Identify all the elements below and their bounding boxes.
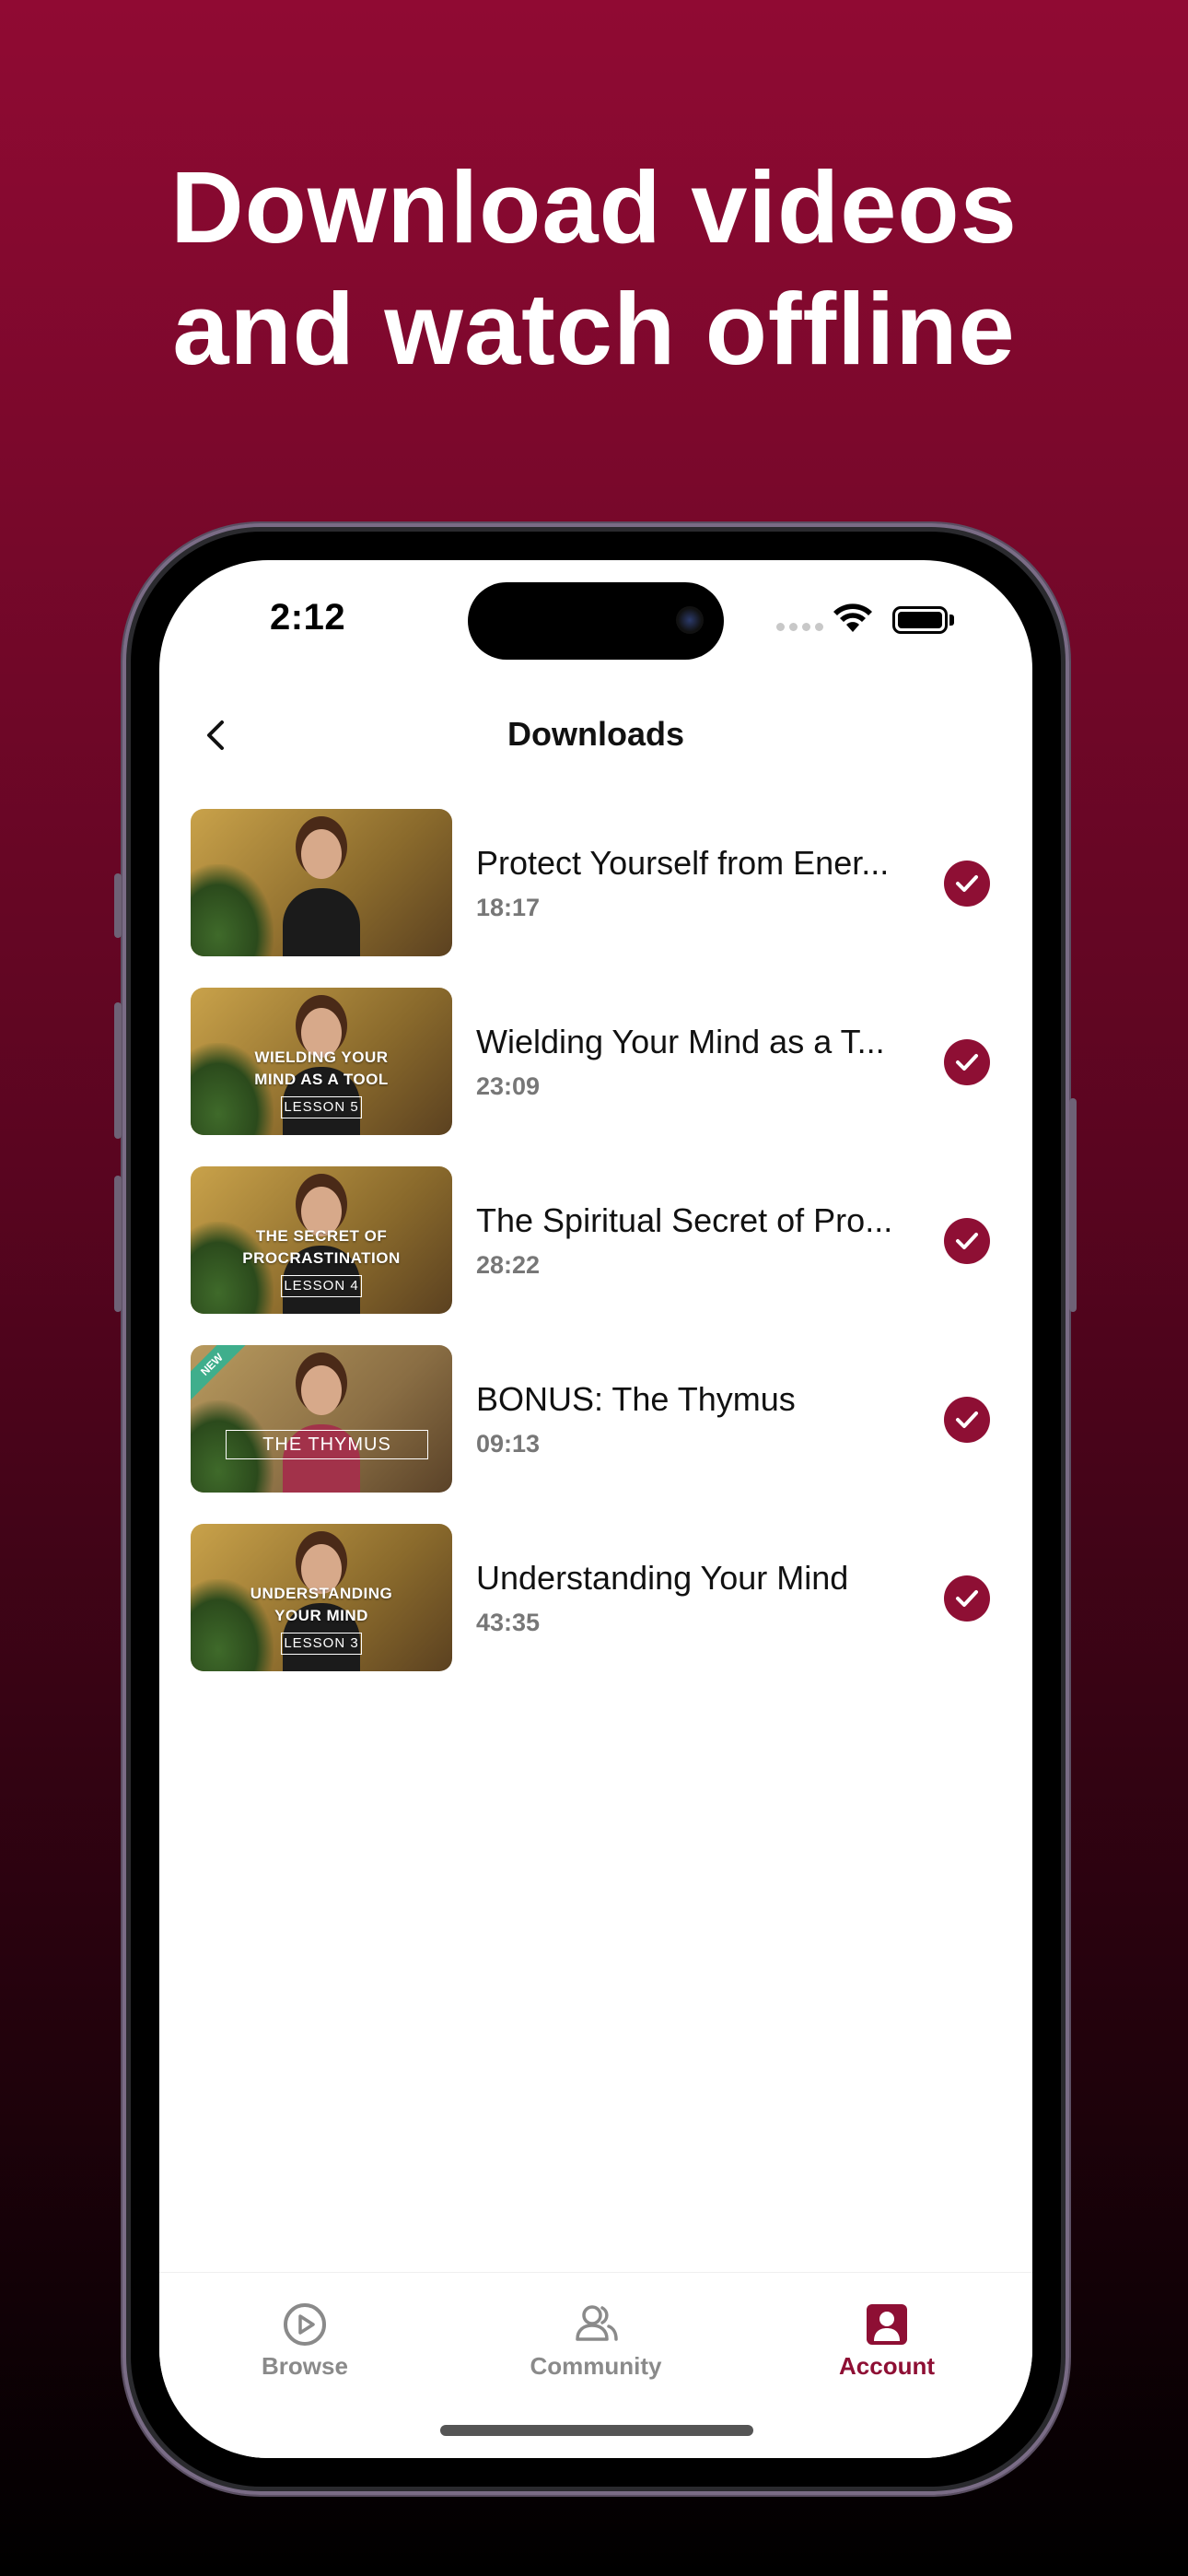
video-duration: 09:13 bbox=[476, 1430, 541, 1458]
cellular-signal-icon bbox=[776, 623, 823, 631]
download-item[interactable]: THE SECRET OF PROCRASTINATION LESSON 4 T… bbox=[191, 1166, 1001, 1345]
thumbnail-lesson-label: LESSON 5 bbox=[281, 1096, 362, 1118]
video-title: Wielding Your Mind as a T... bbox=[476, 1023, 885, 1060]
thumbnail-lesson-label: LESSON 4 bbox=[281, 1275, 362, 1297]
video-title: Understanding Your Mind bbox=[476, 1559, 849, 1597]
downloads-list: Protect Yourself from Ener... 18:17 WIEL… bbox=[191, 809, 1001, 1703]
video-duration: 23:09 bbox=[476, 1072, 541, 1100]
video-title: BONUS: The Thymus bbox=[476, 1380, 796, 1418]
battery-tip bbox=[949, 615, 954, 626]
video-thumbnail[interactable]: UNDERSTANDING YOUR MIND LESSON 3 bbox=[191, 1524, 452, 1671]
download-item[interactable]: Protect Yourself from Ener... 18:17 bbox=[191, 809, 1001, 988]
home-indicator[interactable] bbox=[440, 2425, 753, 2436]
promo-headline: Download videos and watch offline bbox=[0, 147, 1188, 391]
dynamic-island bbox=[468, 582, 724, 660]
thumbnail-caption: WIELDING YOUR MIND AS A TOOL bbox=[254, 1048, 389, 1088]
tab-label: Browse bbox=[262, 2352, 348, 2380]
tab-account[interactable]: Account bbox=[741, 2301, 1032, 2381]
downloaded-check-icon[interactable] bbox=[944, 1575, 990, 1622]
tab-community[interactable]: Community bbox=[450, 2301, 741, 2381]
play-circle-icon bbox=[284, 2303, 326, 2346]
volume-up-button bbox=[114, 1002, 122, 1139]
tab-label: Community bbox=[530, 2352, 662, 2380]
video-thumbnail[interactable] bbox=[191, 809, 452, 956]
tab-browse[interactable]: Browse bbox=[159, 2301, 450, 2381]
page-title: Downloads bbox=[507, 715, 684, 753]
video-duration: 28:22 bbox=[476, 1251, 541, 1279]
wifi-icon bbox=[833, 603, 872, 632]
downloaded-check-icon[interactable] bbox=[944, 1039, 990, 1085]
video-duration: 43:35 bbox=[476, 1609, 541, 1636]
thumbnail-plant bbox=[191, 864, 274, 956]
battery-icon bbox=[892, 606, 948, 634]
downloaded-check-icon[interactable] bbox=[944, 861, 990, 907]
thumbnail-presenter bbox=[283, 822, 360, 956]
video-thumbnail[interactable]: WIELDING YOUR MIND AS A TOOL LESSON 5 bbox=[191, 988, 452, 1135]
download-item[interactable]: WIELDING YOUR MIND AS A TOOL LESSON 5 Wi… bbox=[191, 988, 1001, 1166]
video-title: The Spiritual Secret of Pro... bbox=[476, 1201, 893, 1239]
video-thumbnail[interactable]: THE SECRET OF PROCRASTINATION LESSON 4 bbox=[191, 1166, 452, 1314]
people-icon bbox=[576, 2305, 618, 2341]
promo-line-2: and watch offline bbox=[172, 273, 1016, 386]
tab-label: Account bbox=[839, 2352, 935, 2380]
thumbnail-presenter bbox=[283, 1358, 360, 1493]
downloaded-check-icon[interactable] bbox=[944, 1397, 990, 1443]
thumbnail-caption: THE THYMUS bbox=[226, 1430, 428, 1459]
download-item[interactable]: UNDERSTANDING YOUR MIND LESSON 3 Underst… bbox=[191, 1524, 1001, 1703]
downloaded-check-icon[interactable] bbox=[944, 1218, 990, 1264]
video-thumbnail[interactable]: THE THYMUS NEW bbox=[191, 1345, 452, 1493]
thumbnail-lesson-label: LESSON 3 bbox=[281, 1633, 362, 1655]
thumbnail-caption: UNDERSTANDING YOUR MIND bbox=[250, 1585, 393, 1624]
video-duration: 18:17 bbox=[476, 894, 541, 921]
account-icon bbox=[867, 2304, 907, 2345]
phone-screen: 2:12 Downloads Protect Yourself from Ene… bbox=[159, 560, 1032, 2458]
silent-switch bbox=[114, 873, 122, 938]
promo-line-1: Download videos bbox=[170, 151, 1018, 264]
thumbnail-caption: THE SECRET OF PROCRASTINATION bbox=[242, 1227, 401, 1267]
video-title: Protect Yourself from Ener... bbox=[476, 844, 890, 882]
download-item[interactable]: THE THYMUS NEW BONUS: The Thymus 09:13 bbox=[191, 1345, 1001, 1524]
front-camera-icon bbox=[676, 606, 704, 634]
status-time: 2:12 bbox=[270, 597, 346, 638]
power-button bbox=[1069, 1098, 1077, 1312]
volume-down-button bbox=[114, 1176, 122, 1312]
new-badge: NEW bbox=[191, 1345, 249, 1401]
